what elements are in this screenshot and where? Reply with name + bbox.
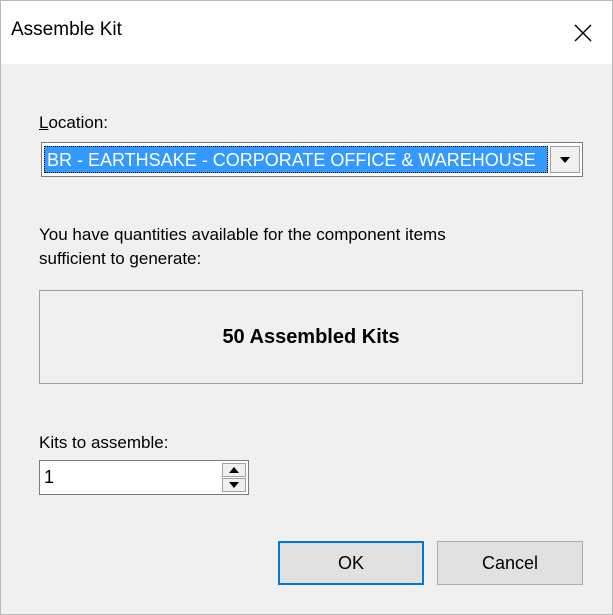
triangle-down-icon	[229, 482, 239, 488]
availability-text-line2: sufficient to generate:	[39, 249, 202, 268]
location-label-text: ocation:	[48, 113, 109, 132]
availability-result-box: 50 Assembled Kits	[39, 290, 583, 384]
location-dropdown-button[interactable]	[550, 146, 580, 173]
kits-to-assemble-label: Kits to assemble:	[39, 433, 169, 452]
stepper-down-button[interactable]	[222, 478, 246, 492]
close-button[interactable]	[554, 1, 612, 64]
kits-to-assemble-input[interactable]	[42, 463, 214, 492]
assemble-kit-dialog: Assemble Kit Location: BR - EARTHSAKE - …	[0, 0, 613, 615]
triangle-up-icon	[229, 467, 239, 473]
kits-to-assemble-stepper[interactable]	[39, 460, 249, 495]
availability-text-line1: You have quantities available for the co…	[39, 225, 446, 244]
stepper-up-button[interactable]	[222, 463, 246, 477]
location-dropdown[interactable]: BR - EARTHSAKE - CORPORATE OFFICE & WARE…	[41, 142, 583, 177]
assembled-kits-count: 50 Assembled Kits	[222, 325, 400, 348]
window-title: Assemble Kit	[11, 19, 122, 40]
stepper-buttons	[222, 463, 246, 492]
cancel-button[interactable]: Cancel	[437, 541, 583, 585]
location-selected-value: BR - EARTHSAKE - CORPORATE OFFICE & WARE…	[44, 146, 548, 173]
chevron-down-icon	[560, 156, 570, 163]
ok-button[interactable]: OK	[278, 541, 424, 585]
title-bar[interactable]: Assemble Kit	[1, 1, 612, 64]
location-label: Location:	[39, 113, 108, 133]
close-icon	[574, 24, 592, 41]
